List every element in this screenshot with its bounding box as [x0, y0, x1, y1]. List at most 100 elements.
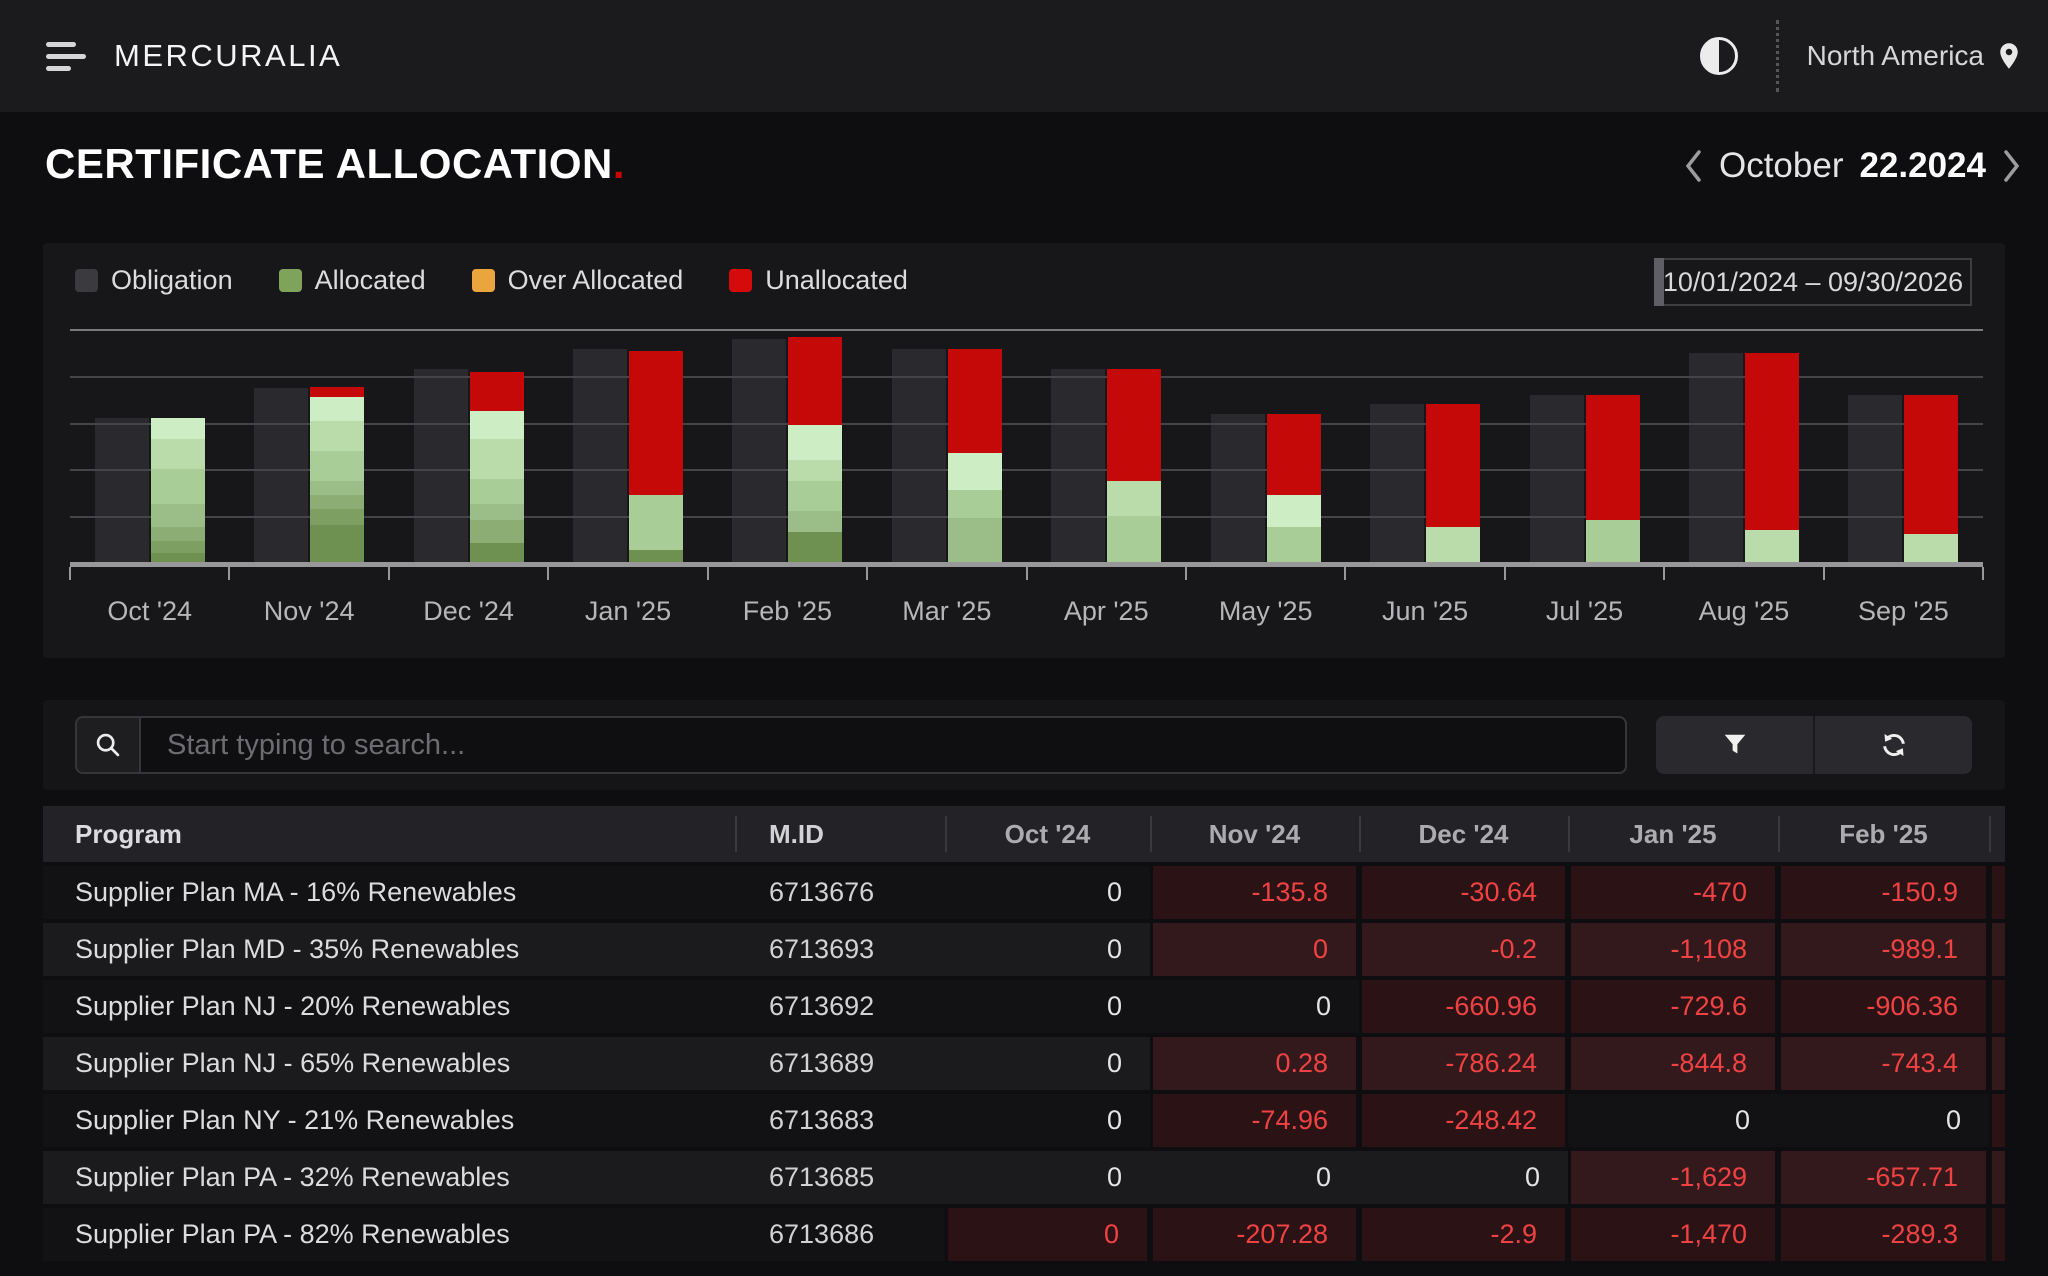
app-screen: MERCURALIA North America CERTIFICATE ALL…: [0, 0, 2048, 1276]
search-input[interactable]: [141, 718, 1625, 772]
unallocated-segment: [1745, 353, 1799, 529]
filter-button[interactable]: [1656, 716, 1813, 774]
legend-item-unallocated[interactable]: Unallocated: [729, 265, 908, 296]
allocated-segment: [629, 495, 683, 551]
allocation-stacked-bar: [1586, 395, 1640, 562]
region-selector[interactable]: North America: [1807, 40, 2024, 72]
x-axis-label: Nov '24: [229, 582, 388, 627]
unallocated-segment: [629, 351, 683, 495]
previous-month-button[interactable]: [1683, 148, 1703, 184]
allocation-stacked-bar: [470, 372, 524, 562]
column-header-m-id[interactable]: M.ID: [735, 806, 945, 862]
cutoff-column-cell: [1989, 1208, 2005, 1261]
value-cell: -248.42: [1359, 1094, 1568, 1147]
table-row[interactable]: Supplier Plan PA - 32% Renewables6713685…: [43, 1151, 2005, 1204]
column-header-program[interactable]: Program: [43, 806, 735, 862]
allocated-segment: [1107, 516, 1161, 562]
theme-toggle-icon[interactable]: [1700, 37, 1738, 75]
legend-item-obligation[interactable]: Obligation: [75, 265, 233, 296]
unallocated-segment: [470, 372, 524, 411]
obligation-bar: [1370, 404, 1424, 562]
x-axis-tick: [547, 567, 549, 580]
value-cell: -1,470: [1568, 1208, 1778, 1261]
obligation-bar: [732, 339, 786, 562]
allocated-segment: [151, 504, 205, 527]
value-cell: -743.4: [1778, 1037, 1989, 1090]
allocated-segment: [470, 543, 524, 562]
value-cell: 0: [1778, 1094, 1989, 1147]
hamburger-menu-icon[interactable]: [46, 42, 86, 71]
allocation-stacked-bar: [948, 349, 1002, 562]
chart-month-group-11: [1664, 330, 1823, 562]
x-axis-tick: [228, 567, 230, 580]
x-axis-tick: [1185, 567, 1187, 580]
allocated-segment: [470, 411, 524, 439]
table-header: ProgramM.IDOct '24Nov '24Dec '24Jan '25F…: [43, 806, 2005, 862]
legend-item-over-allocated[interactable]: Over Allocated: [472, 265, 684, 296]
allocated-segment: [151, 527, 205, 541]
allocated-segment: [151, 541, 205, 553]
x-axis-tick: [69, 567, 71, 580]
value-cell: -74.96: [1150, 1094, 1359, 1147]
value-cell: 0: [1150, 1151, 1359, 1204]
obligation-bar: [1848, 395, 1902, 562]
chart-month-group-10: [1505, 330, 1664, 562]
allocation-stacked-bar: [151, 418, 205, 562]
cutoff-column-cell: [1989, 1094, 2005, 1147]
mid-cell: 6713693: [735, 923, 945, 976]
value-cell: -1,108: [1568, 923, 1778, 976]
nav-divider: [1776, 20, 1779, 92]
allocated-segment: [788, 460, 842, 481]
allocation-stacked-bar: [629, 351, 683, 562]
table-row[interactable]: Supplier Plan NY - 21% Renewables6713683…: [43, 1094, 2005, 1147]
mid-cell: 6713683: [735, 1094, 945, 1147]
legend-swatch-icon: [472, 269, 495, 292]
table-row[interactable]: Supplier Plan NJ - 65% Renewables6713689…: [43, 1037, 2005, 1090]
obligation-bar: [892, 349, 946, 562]
legend-label: Over Allocated: [508, 265, 684, 296]
value-cell: -135.8: [1150, 866, 1359, 919]
allocated-segment: [470, 520, 524, 543]
table-row[interactable]: Supplier Plan MA - 16% Renewables6713676…: [43, 866, 2005, 919]
unallocated-segment: [1904, 395, 1958, 534]
legend-item-allocated[interactable]: Allocated: [279, 265, 426, 296]
date-range-picker[interactable]: 10/01/2024 – 09/30/2026: [1654, 258, 1972, 306]
column-header-oct-24[interactable]: Oct '24: [945, 806, 1150, 862]
title-accent-dot: .: [613, 140, 625, 187]
unallocated-segment: [1426, 404, 1480, 527]
allocated-segment: [1586, 520, 1640, 562]
column-header-jan-25[interactable]: Jan '25: [1568, 806, 1778, 862]
next-month-button[interactable]: [2002, 148, 2022, 184]
table-row[interactable]: Supplier Plan MD - 35% Renewables6713693…: [43, 923, 2005, 976]
value-cell: -660.96: [1359, 980, 1568, 1033]
allocation-stacked-bar: [788, 337, 842, 562]
program-cell: Supplier Plan MA - 16% Renewables: [43, 866, 735, 919]
cutoff-column-cell: [1989, 1037, 2005, 1090]
cutoff-column-cell: [1989, 1151, 2005, 1204]
value-cell: -786.24: [1359, 1037, 1568, 1090]
allocated-segment: [1904, 534, 1958, 562]
x-axis-label: Mar '25: [867, 582, 1026, 627]
table-row[interactable]: Supplier Plan PA - 82% Renewables6713686…: [43, 1208, 2005, 1261]
location-pin-icon: [1994, 41, 2024, 71]
chart-month-group-6: [867, 330, 1026, 562]
value-cell: -150.9: [1778, 866, 1989, 919]
x-axis-tick: [1663, 567, 1665, 580]
column-header-feb-25[interactable]: Feb '25: [1778, 806, 1989, 862]
x-axis-label: Feb '25: [708, 582, 867, 627]
column-header-dec-24[interactable]: Dec '24: [1359, 806, 1568, 862]
value-cell: -729.6: [1568, 980, 1778, 1033]
x-axis-label: May '25: [1186, 582, 1345, 627]
unallocated-segment: [788, 337, 842, 425]
column-header-nov-24[interactable]: Nov '24: [1150, 806, 1359, 862]
x-axis-line: [70, 562, 1983, 567]
allocated-segment: [310, 451, 364, 481]
x-axis-tick: [1982, 567, 1984, 580]
table-row[interactable]: Supplier Plan NJ - 20% Renewables6713692…: [43, 980, 2005, 1033]
chart-month-group-3: [389, 330, 548, 562]
value-cell: -289.3: [1778, 1208, 1989, 1261]
value-cell: 0: [1150, 980, 1359, 1033]
allocated-segment: [1267, 495, 1321, 528]
refresh-button[interactable]: [1813, 716, 1972, 774]
brand-logo: MERCURALIA: [114, 38, 342, 74]
